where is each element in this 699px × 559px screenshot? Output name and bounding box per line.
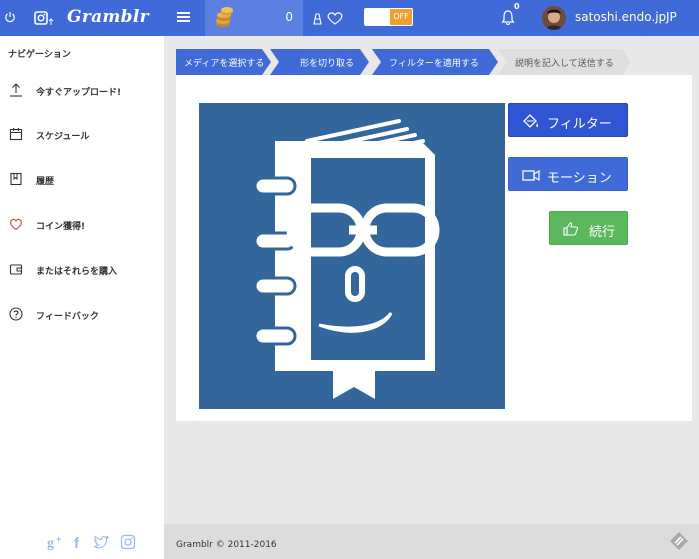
thumbs-up-icon — [563, 222, 579, 236]
bell-icon[interactable] — [501, 9, 515, 25]
sidebar-item-label: スケジュール — [36, 132, 90, 142]
step-label: 形を切り取る — [300, 59, 355, 69]
calendar-icon — [9, 128, 23, 141]
copyright: Gramblr © 2011-2016 — [176, 540, 277, 550]
step-select-media[interactable]: メディアを選択する — [176, 49, 271, 75]
continue-button[interactable]: 続行 — [549, 211, 628, 245]
notification-count: 0 — [514, 2, 520, 11]
upload-icon — [10, 83, 22, 97]
sidebar-item-history[interactable]: 履歴 — [0, 168, 164, 192]
svg-text:+: + — [56, 534, 61, 544]
question-icon — [9, 307, 23, 321]
sidebar-item-feedback[interactable]: フィードバック — [0, 303, 164, 327]
motion-button[interactable]: モーション — [508, 157, 628, 191]
sidebar-item-schedule[interactable]: スケジュール — [0, 123, 164, 147]
facebook-icon[interactable]: f — [73, 534, 83, 550]
sidebar-item-label: フィードバック — [36, 312, 99, 322]
wallet-icon — [9, 264, 23, 275]
motion-button-label: モーション — [547, 171, 612, 186]
step-crop[interactable]: 形を切り取る — [270, 49, 369, 75]
top-bar: Gramblr 0 OFF 0 satoshi.endo.jp JP — [0, 0, 699, 36]
sidebar-item-earn-coins[interactable]: コイン獲得! — [0, 213, 164, 237]
footer: Gramblr © 2011-2016 — [164, 524, 699, 559]
video-camera-icon — [522, 169, 540, 182]
coin-count: 0 — [285, 10, 293, 24]
menu-icon[interactable] — [177, 11, 190, 23]
heart-icon — [10, 218, 22, 231]
nav-title: ナビゲーション — [8, 50, 71, 60]
step-filter[interactable]: フィルターを適用する — [372, 49, 498, 75]
svg-text:g: g — [47, 536, 54, 550]
username[interactable]: satoshi.endo.jp — [575, 10, 666, 24]
filter-button[interactable]: フィルター — [508, 103, 628, 137]
sidebar-item-buy[interactable]: またはそれらを購入 — [0, 258, 164, 282]
continue-button-label: 続行 — [589, 225, 616, 240]
instagram-icon[interactable] — [120, 534, 136, 550]
instagram-upload-icon[interactable] — [34, 10, 54, 26]
svg-text:f: f — [74, 535, 80, 550]
step-label: フィルターを適用する — [389, 59, 479, 69]
step-describe-send[interactable]: 説明を記入して送信する — [498, 49, 631, 75]
preview-image — [199, 103, 505, 409]
brand-logo[interactable]: Gramblr — [67, 7, 149, 27]
sidebar-item-label: 履歴 — [36, 177, 55, 187]
bookmark-icon — [10, 172, 22, 186]
language-selector[interactable]: JP — [666, 10, 677, 24]
coin-balance[interactable]: 0 — [205, 0, 303, 36]
likes-icon[interactable] — [311, 10, 345, 26]
sidebar: ナビゲーション 今すぐアップロード! スケジュール 履歴 コイン獲得! またはそ… — [0, 36, 164, 559]
gramblr-corner-logo-icon[interactable] — [669, 531, 689, 551]
power-icon[interactable] — [4, 11, 16, 23]
coins-icon — [216, 7, 233, 27]
step-label: 説明を記入して送信する — [515, 59, 614, 69]
filter-button-label: フィルター — [547, 117, 612, 132]
paint-bucket-icon — [523, 114, 539, 128]
toggle-off-label: OFF — [390, 9, 412, 25]
sidebar-item-label: コイン獲得! — [36, 222, 86, 232]
step-label: メディアを選択する — [184, 59, 265, 69]
sidebar-item-upload[interactable]: 今すぐアップロード! — [0, 79, 164, 103]
google-plus-icon[interactable]: g + — [47, 534, 65, 550]
avatar[interactable] — [542, 6, 566, 30]
auto-toggle[interactable]: OFF — [364, 8, 413, 26]
sidebar-item-label: またはそれらを購入 — [36, 267, 118, 277]
sidebar-item-label: 今すぐアップロード! — [36, 88, 122, 98]
twitter-icon[interactable] — [93, 534, 109, 550]
